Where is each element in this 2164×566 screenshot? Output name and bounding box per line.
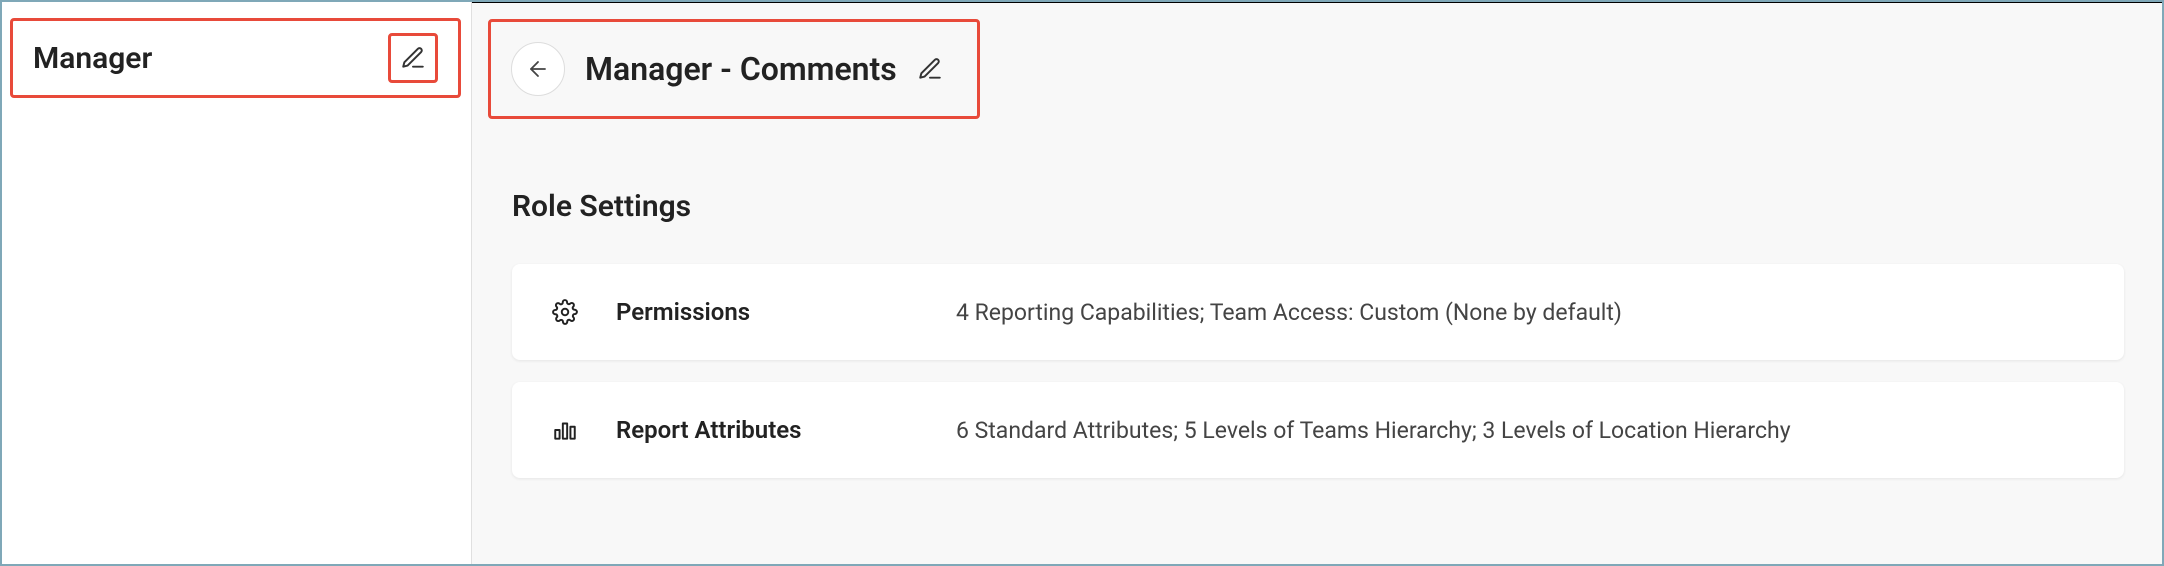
sidebar-item-manager[interactable]: Manager [10,18,461,98]
edit-title-button[interactable] [913,52,947,86]
card-report-attributes[interactable]: Report Attributes 6 Standard Attributes;… [512,382,2124,478]
edit-role-button[interactable] [388,33,438,83]
page-header: Manager - Comments [488,19,980,119]
card-summary: 4 Reporting Capabilities; Team Access: C… [956,299,2086,326]
sidebar: Manager [0,0,472,566]
card-label: Permissions [616,298,956,326]
main-content: Manager - Comments Role Settings [472,0,2164,566]
card-permissions[interactable]: Permissions 4 Reporting Capabilities; Te… [512,264,2124,360]
pencil-icon [917,56,943,82]
sidebar-item-label: Manager [33,41,152,76]
arrow-left-icon [526,57,550,81]
settings-cards: Permissions 4 Reporting Capabilities; Te… [512,264,2124,478]
page-title: Manager - Comments [585,50,897,88]
bar-chart-icon [550,417,580,443]
section-title: Role Settings [512,189,2164,224]
card-label: Report Attributes [616,416,956,444]
page-title-group: Manager - Comments [585,50,947,88]
back-button[interactable] [511,42,565,96]
pencil-icon [400,45,426,71]
gear-icon [550,299,580,325]
card-summary: 6 Standard Attributes; 5 Levels of Teams… [956,417,2086,444]
